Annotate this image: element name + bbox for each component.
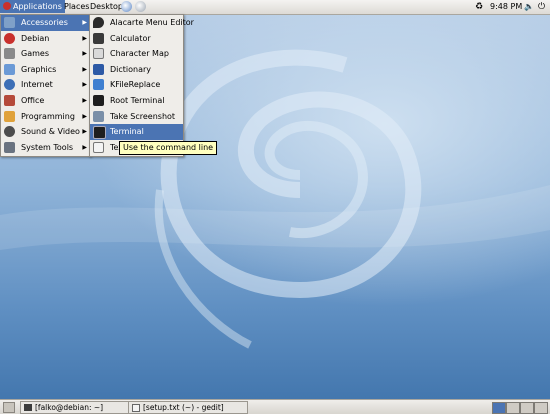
office-icon: [4, 94, 15, 106]
menu-item-sound-video[interactable]: Sound & Video ▶: [1, 124, 90, 140]
graphics-icon: [4, 63, 15, 75]
calculator-icon: [93, 32, 104, 44]
character-map-icon: [93, 48, 104, 60]
web-browser-icon[interactable]: [121, 1, 132, 12]
sound-video-icon: [4, 126, 15, 138]
debian-icon: [4, 32, 15, 44]
menu-item-programming[interactable]: Programming ▶: [1, 109, 90, 125]
workspace-2[interactable]: [506, 402, 520, 414]
taskbar-item-terminal[interactable]: [falko@debian: ~]: [20, 401, 141, 414]
menu-item-root-terminal[interactable]: Root Terminal: [90, 93, 183, 109]
menu-item-alacarte[interactable]: Alacarte Menu Editor: [90, 15, 194, 31]
applications-menu-button[interactable]: Applications: [0, 0, 65, 13]
taskbar-item-gedit[interactable]: [setup.txt (~) - gedit]: [128, 401, 248, 414]
menu-item-calculator[interactable]: Calculator: [90, 31, 183, 47]
terminal-icon: [24, 404, 32, 411]
games-icon: [4, 48, 15, 60]
menu-item-system-tools[interactable]: System Tools ▶: [1, 140, 90, 156]
mail-icon[interactable]: [135, 1, 146, 12]
terminal-tooltip: Use the command line: [119, 141, 218, 155]
dictionary-icon: [93, 63, 104, 75]
screenshot-icon: [93, 110, 104, 122]
terminal-icon: [93, 126, 106, 140]
system-tools-icon: [4, 141, 15, 153]
menu-item-office[interactable]: Office ▶: [1, 93, 90, 109]
menu-item-terminal[interactable]: Terminal: [90, 124, 183, 140]
workspace-1[interactable]: [492, 402, 506, 414]
submenu-arrow-icon: ▶: [82, 96, 87, 104]
submenu-arrow-icon: ▶: [82, 81, 87, 89]
show-desktop-icon[interactable]: [3, 402, 15, 413]
alacarte-icon: [93, 17, 104, 28]
menu-item-character-map[interactable]: Character Map: [90, 46, 183, 62]
clock[interactable]: 9:48 PM: [490, 0, 522, 14]
menu-item-games[interactable]: Games ▶: [1, 46, 90, 62]
bottom-panel: [falko@debian: ~] [setup.txt (~) - gedit…: [0, 399, 550, 414]
text-editor-icon: [132, 404, 140, 412]
root-terminal-icon: [93, 94, 104, 106]
accessories-submenu: Alacarte Menu Editor Calculator Characte…: [89, 14, 194, 157]
programming-icon: [4, 110, 15, 122]
internet-icon: [4, 79, 15, 91]
submenu-arrow-icon: ▶: [82, 65, 87, 73]
submenu-arrow-icon: ▶: [82, 143, 87, 151]
menu-item-graphics[interactable]: Graphics ▶: [1, 62, 90, 78]
submenu-arrow-icon: ▶: [82, 128, 87, 136]
menu-item-internet[interactable]: Internet ▶: [1, 77, 90, 93]
submenu-arrow-icon: ▶: [82, 34, 87, 42]
menu-item-accessories[interactable]: Accessories ▶: [1, 15, 90, 31]
applications-menu: Accessories ▶ Debian ▶ Games ▶ Graphics …: [0, 14, 91, 157]
menu-item-kfilereplace[interactable]: KFileReplace: [90, 77, 183, 93]
workspace-3[interactable]: [520, 402, 534, 414]
workspace-4[interactable]: [534, 402, 548, 414]
power-icon[interactable]: ⏻: [538, 0, 545, 14]
submenu-arrow-icon: ▶: [82, 50, 87, 58]
menu-item-take-screenshot[interactable]: Take Screenshot: [90, 109, 183, 125]
submenu-arrow-icon: ▶: [82, 112, 87, 120]
submenu-arrow-icon: ▶: [82, 19, 87, 26]
debian-logo-icon: [3, 2, 11, 10]
menu-item-dictionary[interactable]: Dictionary: [90, 62, 183, 78]
update-notifier-icon[interactable]: ♻: [475, 0, 483, 14]
top-panel: Applications Places Desktop ♻ 9:48 PM 🔈 …: [0, 0, 550, 15]
volume-icon[interactable]: 🔈: [524, 0, 534, 14]
text-editor-icon: [93, 141, 104, 153]
kfilereplace-icon: [93, 79, 104, 91]
menu-item-debian[interactable]: Debian ▶: [1, 31, 90, 47]
accessories-icon: [4, 17, 15, 28]
